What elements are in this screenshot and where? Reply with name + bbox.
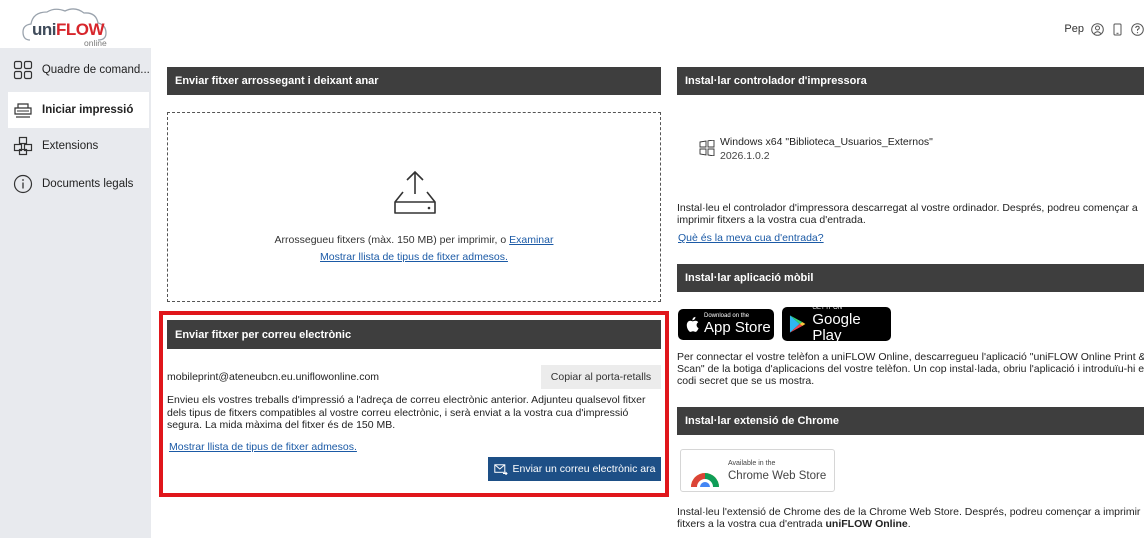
sidebar: Quadre de comand... Iniciar impressió Ex… — [0, 48, 151, 538]
file-drop-zone[interactable]: Arrossegueu fitxers (màx. 150 MB) per im… — [167, 112, 661, 302]
queue-help-row: Què és la meva cua d'entrada? — [678, 232, 824, 244]
printer-icon — [12, 99, 34, 121]
show-file-types-link[interactable]: Mostrar llista de tipus de fitxer admeso… — [169, 441, 357, 453]
chrome-logo-icon — [691, 473, 719, 487]
windows-driver-icon — [699, 140, 715, 156]
email-description: Envieu els vostres treballs d'impressió … — [167, 394, 646, 431]
copy-to-clipboard-button[interactable]: Copiar al porta-retalls — [541, 365, 661, 389]
chrome-web-store-badge[interactable]: Available in the Chrome Web Store — [680, 449, 835, 492]
logo-wordmark: uniFLOW — [32, 20, 105, 39]
google-play-icon — [789, 315, 806, 333]
chrome-panel-header: Instal·lar extensió de Chrome — [677, 407, 1144, 435]
user-name[interactable]: Pep — [1064, 23, 1084, 35]
send-mail-icon — [493, 464, 508, 475]
print-email-address: mobileprint@ateneubcn.eu.uniflowonline.c… — [167, 371, 380, 383]
uniflow-logo[interactable]: uniFLOW online — [22, 6, 114, 48]
logo-subtitle: online — [84, 38, 107, 48]
chrome-description: Instal·leu l'extensió de Chrome des de l… — [677, 506, 1141, 530]
help-circle-icon[interactable] — [1130, 22, 1144, 36]
sidebar-item-label: Documents legals — [42, 178, 134, 190]
app-store-big-text: App Store — [704, 319, 771, 336]
google-play-big-text: Google Play — [812, 310, 861, 344]
info-circle-icon — [12, 173, 34, 195]
sidebar-item-start-printing[interactable]: Iniciar impressió — [8, 92, 149, 128]
driver-panel-header: Instal·lar controlador d'impressora — [677, 67, 1144, 95]
user-circle-icon[interactable] — [1090, 22, 1104, 36]
extensions-cubes-icon — [12, 135, 34, 157]
send-email-button[interactable]: Enviar un correu electrònic ara — [488, 457, 661, 481]
mobile-description: Per connectar el vostre telèfon a uniFLO… — [677, 351, 1144, 387]
upload-panel-header: Enviar fitxer arrossegant i deixant anar — [167, 67, 661, 95]
send-button-label: Enviar un correu electrònic ara — [512, 463, 656, 475]
dashboard-grid-icon — [12, 59, 34, 81]
sidebar-item-legal-documents[interactable]: Documents legals — [8, 166, 149, 202]
user-area: Pep — [1064, 22, 1144, 36]
sidebar-item-dashboard[interactable]: Quadre de comand... — [8, 52, 149, 88]
email-panel-header: Enviar fitxer per correu electrònic — [167, 320, 661, 349]
drop-types-row: Mostrar llista de tipus de fitxer admeso… — [168, 251, 660, 263]
browse-link[interactable]: Examinar — [509, 234, 553, 246]
sidebar-item-label: Quadre de comand... — [41, 64, 149, 76]
mobile-device-icon[interactable] — [1110, 22, 1124, 36]
inbox-queue-link[interactable]: Què és la meva cua d'entrada? — [678, 232, 824, 244]
email-types-row: Mostrar llista de tipus de fitxer admeso… — [169, 441, 357, 453]
sidebar-item-extensions[interactable]: Extensions — [8, 128, 149, 164]
driver-version: 2026.1.0.2 — [720, 150, 770, 162]
sidebar-item-label: Extensions — [42, 140, 99, 152]
drop-instructions: Arrossegueu fitxers (màx. 150 MB) per im… — [274, 234, 554, 246]
upload-tray-icon — [394, 170, 436, 214]
google-play-badge[interactable]: GET IT ON Google Play — [782, 305, 891, 344]
driver-description: Instal·leu el controlador d'impressora d… — [677, 202, 1138, 226]
driver-name[interactable]: Windows x64 "Biblioteca_Usuarios_Externo… — [720, 136, 933, 148]
app-store-badge[interactable]: Download on the App Store — [678, 309, 774, 340]
top-bar: uniFLOW online Pep — [0, 0, 1144, 48]
show-file-types-link[interactable]: Mostrar llista de tipus de fitxer admeso… — [320, 251, 508, 263]
sidebar-item-label: Iniciar impressió — [42, 104, 134, 116]
mobile-panel-header: Instal·lar aplicació mòbil — [677, 264, 1144, 292]
apple-icon — [686, 316, 699, 332]
cws-small-text: Available in the — [728, 460, 776, 467]
cws-big-text: Chrome Web Store — [728, 470, 827, 482]
